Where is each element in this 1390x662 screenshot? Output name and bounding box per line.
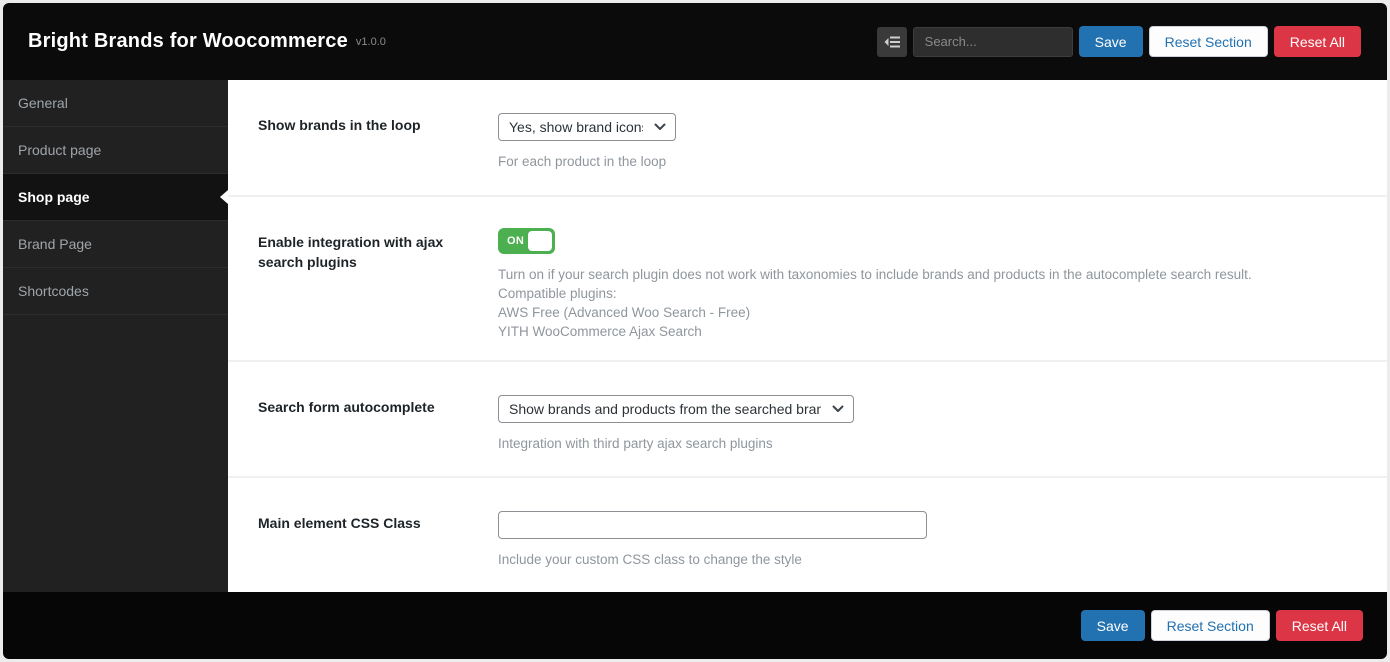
- save-button[interactable]: Save: [1079, 26, 1143, 57]
- show-brands-select-wrap: Yes, show brand icons: [498, 113, 676, 141]
- footer-bar: Save Reset Section Reset All: [3, 592, 1387, 659]
- setting-control: Include your custom CSS class to change …: [498, 511, 1357, 592]
- active-tab-arrow-icon: [220, 190, 228, 204]
- ajax-integration-toggle[interactable]: ON: [498, 228, 555, 254]
- collapse-menu-button[interactable]: [877, 27, 907, 57]
- reset-all-button[interactable]: Reset All: [1274, 26, 1361, 57]
- autocomplete-select[interactable]: Show brands and products from the search…: [498, 395, 854, 423]
- setting-control: Show brands and products from the search…: [498, 395, 1357, 476]
- plugin-settings-window: Bright Brands for Woocommerce v1.0.0 Sav…: [3, 3, 1387, 659]
- setting-label: Enable integration with ajax search plug…: [258, 230, 498, 360]
- description-line: Compatible plugins:: [498, 284, 1357, 303]
- toggle-on-label: ON: [507, 235, 524, 247]
- description-line: YITH WooCommerce Ajax Search: [498, 322, 1357, 341]
- body: General Product page Shop page Brand Pag…: [3, 80, 1387, 592]
- setting-label: Search form autocomplete: [258, 395, 498, 476]
- autocomplete-select-wrap: Show brands and products from the search…: [498, 395, 854, 423]
- setting-control: ON Turn on if your search plugin does no…: [498, 230, 1357, 360]
- sidebar-item-label: Shortcodes: [18, 283, 89, 299]
- setting-description: Turn on if your search plugin does not w…: [498, 265, 1357, 341]
- setting-row-main-css-class: Main element CSS Class Include your cust…: [228, 478, 1387, 592]
- toggle-knob: [528, 231, 552, 251]
- page-title: Bright Brands for Woocommerce: [28, 30, 348, 53]
- search-input[interactable]: [913, 27, 1073, 57]
- sidebar-item-brand-page[interactable]: Brand Page: [3, 221, 228, 268]
- top-bar-actions: Save Reset Section Reset All: [877, 26, 1361, 57]
- sidebar: General Product page Shop page Brand Pag…: [3, 80, 228, 592]
- setting-row-show-brands-in-loop: Show brands in the loop Yes, show brand …: [228, 80, 1387, 197]
- setting-label: Main element CSS Class: [258, 511, 498, 592]
- reset-section-button[interactable]: Reset Section: [1149, 26, 1268, 57]
- sidebar-item-label: Brand Page: [18, 236, 92, 252]
- outdent-icon: [884, 35, 900, 49]
- sidebar-item-general[interactable]: General: [3, 80, 228, 127]
- setting-description: Include your custom CSS class to change …: [498, 550, 1357, 569]
- description-line: Turn on if your search plugin does not w…: [498, 265, 1357, 284]
- sidebar-item-shop-page[interactable]: Shop page: [3, 174, 228, 221]
- sidebar-item-label: Product page: [18, 142, 101, 158]
- settings-panel: Show brands in the loop Yes, show brand …: [228, 80, 1387, 592]
- description-line: AWS Free (Advanced Woo Search - Free): [498, 303, 1357, 322]
- sidebar-item-label: Shop page: [18, 189, 90, 205]
- sidebar-item-product-page[interactable]: Product page: [3, 127, 228, 174]
- footer-reset-section-button[interactable]: Reset Section: [1151, 610, 1270, 641]
- setting-row-search-autocomplete: Search form autocomplete Show brands and…: [228, 362, 1387, 478]
- setting-description: Integration with third party ajax search…: [498, 434, 1357, 453]
- top-bar: Bright Brands for Woocommerce v1.0.0 Sav…: [3, 3, 1387, 80]
- footer-reset-all-button[interactable]: Reset All: [1276, 610, 1363, 641]
- setting-description: For each product in the loop: [498, 152, 1357, 171]
- version-badge: v1.0.0: [356, 36, 386, 48]
- setting-label: Show brands in the loop: [258, 113, 498, 195]
- setting-row-ajax-search-integration: Enable integration with ajax search plug…: [228, 197, 1387, 362]
- sidebar-item-label: General: [18, 95, 68, 111]
- setting-control: Yes, show brand icons For each product i…: [498, 113, 1357, 195]
- footer-save-button[interactable]: Save: [1081, 610, 1145, 641]
- css-class-input[interactable]: [498, 511, 927, 539]
- show-brands-select[interactable]: Yes, show brand icons: [498, 113, 676, 141]
- sidebar-item-shortcodes[interactable]: Shortcodes: [3, 268, 228, 315]
